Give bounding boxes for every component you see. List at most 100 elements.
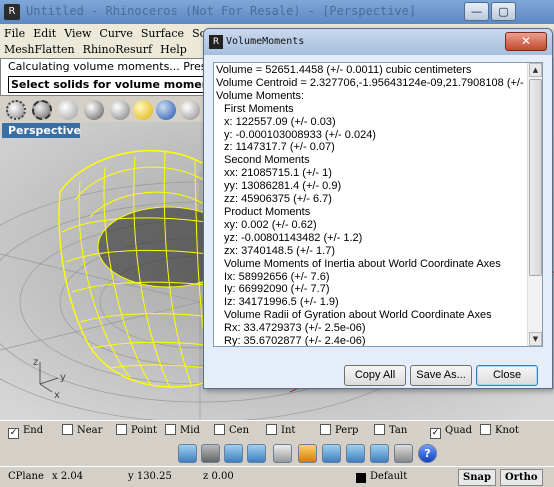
viewport-title-perspective[interactable]: Perspective xyxy=(2,123,81,138)
xray-sphere-icon[interactable] xyxy=(110,100,130,120)
status-layer[interactable]: Default xyxy=(370,471,407,482)
osnap-label: Near xyxy=(77,425,103,436)
report-line: Ix: 58992656 (+/- 7.6) xyxy=(224,270,330,283)
report-textbox[interactable]: Volume = 52651.4458 (+/- 0.0011) cubic c… xyxy=(213,62,543,347)
menu-item-help[interactable]: Help xyxy=(160,43,187,56)
dialog-close-icon[interactable]: ✕ xyxy=(505,32,547,51)
menu-item-edit[interactable]: Edit xyxy=(33,27,56,40)
report-scrollbar[interactable]: ▲ ▼ xyxy=(527,63,542,346)
wireframe-sphere-icon[interactable] xyxy=(6,100,26,120)
scroll-thumb[interactable] xyxy=(529,79,542,276)
ellipsoid-tool-icon[interactable] xyxy=(298,444,317,463)
osnap-label: Perp xyxy=(335,425,359,436)
cone-tool-icon[interactable] xyxy=(247,444,266,463)
report-line: zx: 3740148.5 (+/- 1.7) xyxy=(224,244,335,257)
osnap-checkbox[interactable]: ✓ xyxy=(8,428,19,439)
report-line: Volume Radii of Gyration about World Coo… xyxy=(224,309,492,322)
command-prompt[interactable]: Select solids for volume moment calculat… xyxy=(8,76,210,93)
dialog-title: VolumeMoments xyxy=(226,36,305,47)
snap-toggle[interactable]: Snap xyxy=(458,469,496,486)
copy-all-button[interactable]: Copy All xyxy=(344,365,406,386)
osnap-checkbox[interactable] xyxy=(480,424,491,435)
report-line: yz: -0.00801143482 (+/- 1.2) xyxy=(224,231,363,244)
maximize-button[interactable]: ▢ xyxy=(491,2,516,21)
command-history: Calculating volume moments... Press Esc … xyxy=(8,60,208,73)
boolean-tool-icon[interactable] xyxy=(370,444,389,463)
rhino-app-icon: R xyxy=(4,4,20,20)
osnap-knot[interactable]: Knot xyxy=(480,424,519,438)
report-line: Volume Moments: xyxy=(216,89,305,102)
report-line: xy: 0.002 (+/- 0.62) xyxy=(224,218,317,231)
menu-item-rhinoresurf[interactable]: RhinoResurf xyxy=(83,43,152,56)
material-sphere-icon[interactable] xyxy=(156,100,176,120)
mesh-tool-icon[interactable] xyxy=(394,444,413,463)
osnap-quad[interactable]: ✓ Quad xyxy=(430,424,472,439)
save-as-button[interactable]: Save As... xyxy=(410,365,472,386)
volume-moments-dialog: R VolumeMoments ✕ Volume = 52651.4458 (+… xyxy=(203,28,553,389)
environment-sphere-icon[interactable] xyxy=(180,100,200,120)
pipe-tool-icon[interactable] xyxy=(322,444,341,463)
dialog-title-bar[interactable]: R VolumeMoments ✕ xyxy=(204,29,552,55)
close-button[interactable]: Close xyxy=(476,365,538,386)
menu-row-2: MeshFlatten RhinoResurf Help xyxy=(4,43,195,59)
osnap-near[interactable]: Near xyxy=(62,424,102,438)
osnap-perp[interactable]: Perp xyxy=(320,424,358,438)
osnap-cen[interactable]: Cen xyxy=(214,424,249,438)
scroll-up-icon[interactable]: ▲ xyxy=(529,63,542,77)
report-line: First Moments xyxy=(224,102,294,115)
osnap-checkbox[interactable] xyxy=(374,424,385,435)
osnap-label: Cen xyxy=(229,425,250,436)
menu-item-view[interactable]: View xyxy=(64,27,91,40)
osnap-checkbox[interactable] xyxy=(320,424,331,435)
ghosted-sphere-icon[interactable] xyxy=(32,100,52,120)
report-line: Rx: 33.4729373 (+/- 2.5e-06) xyxy=(224,322,366,335)
status-x: x 2.04 xyxy=(52,471,84,482)
axis-x-label: x xyxy=(54,390,60,401)
osnap-label: Tan xyxy=(389,425,408,436)
help-icon[interactable]: ? xyxy=(418,444,437,463)
osnap-end[interactable]: ✓ End xyxy=(8,424,43,439)
rendered-sphere-icon[interactable] xyxy=(84,100,104,120)
osnap-point[interactable]: Point xyxy=(116,424,157,438)
osnap-label: Knot xyxy=(495,425,519,436)
report-line: Product Moments xyxy=(224,205,311,218)
osnap-mid[interactable]: Mid xyxy=(165,424,200,438)
menu-item-surface[interactable]: Surface xyxy=(141,27,184,40)
osnap-label: Point xyxy=(131,425,158,436)
osnap-checkbox[interactable] xyxy=(62,424,73,435)
report-line: Volume Moments of Inertia about World Co… xyxy=(224,257,501,270)
cube-tool-icon[interactable] xyxy=(224,444,243,463)
box-tool-icon[interactable] xyxy=(178,444,197,463)
shaded-sphere-icon[interactable] xyxy=(58,100,78,120)
sphere-tool-icon[interactable] xyxy=(273,444,292,463)
osnap-checkbox[interactable] xyxy=(165,424,176,435)
scroll-down-icon[interactable]: ▼ xyxy=(529,332,542,346)
osnap-tan[interactable]: Tan xyxy=(374,424,407,438)
report-line: x: 122557.09 (+/- 0.03) xyxy=(224,115,336,128)
render-preview-sphere-icon[interactable] xyxy=(133,100,153,120)
report-line: Ry: 35.6702877 (+/- 2.4e-06) xyxy=(224,335,366,346)
minimize-button[interactable]: — xyxy=(464,2,489,21)
report-line: z: 1147317.7 (+/- 0.07) xyxy=(224,141,335,154)
osnap-int[interactable]: Int xyxy=(266,424,295,438)
dialog-app-icon: R xyxy=(209,35,223,49)
rhino-window-title: Untitled - Rhinoceros (Not For Resale) -… xyxy=(26,4,417,18)
cylinder-tool-icon[interactable] xyxy=(201,444,220,463)
menu-item-meshflatten[interactable]: MeshFlatten xyxy=(4,43,75,56)
menu-item-file[interactable]: File xyxy=(4,27,25,40)
axis-y-label: y xyxy=(60,372,66,383)
osnap-checkbox[interactable] xyxy=(116,424,127,435)
report-line: Volume = 52651.4458 (+/- 0.0011) cubic c… xyxy=(216,64,472,76)
layer-color-swatch[interactable] xyxy=(356,473,366,483)
ortho-toggle[interactable]: Ortho xyxy=(500,469,543,486)
osnap-checkbox[interactable]: ✓ xyxy=(430,428,441,439)
report-line: Volume Centroid = 2.327706,-1.95643124e-… xyxy=(216,76,528,89)
menu-item-curve[interactable]: Curve xyxy=(99,27,132,40)
menu-row-1: FileEditViewCurveSurfaceSolid xyxy=(4,27,228,43)
osnap-checkbox[interactable] xyxy=(214,424,225,435)
report-line: Iz: 34171996.5 (+/- 1.9) xyxy=(224,296,339,309)
osnap-checkbox[interactable] xyxy=(266,424,277,435)
axis-z-label: z xyxy=(33,357,38,368)
status-z: z 0.00 xyxy=(203,471,234,482)
extrude-tool-icon[interactable] xyxy=(346,444,365,463)
